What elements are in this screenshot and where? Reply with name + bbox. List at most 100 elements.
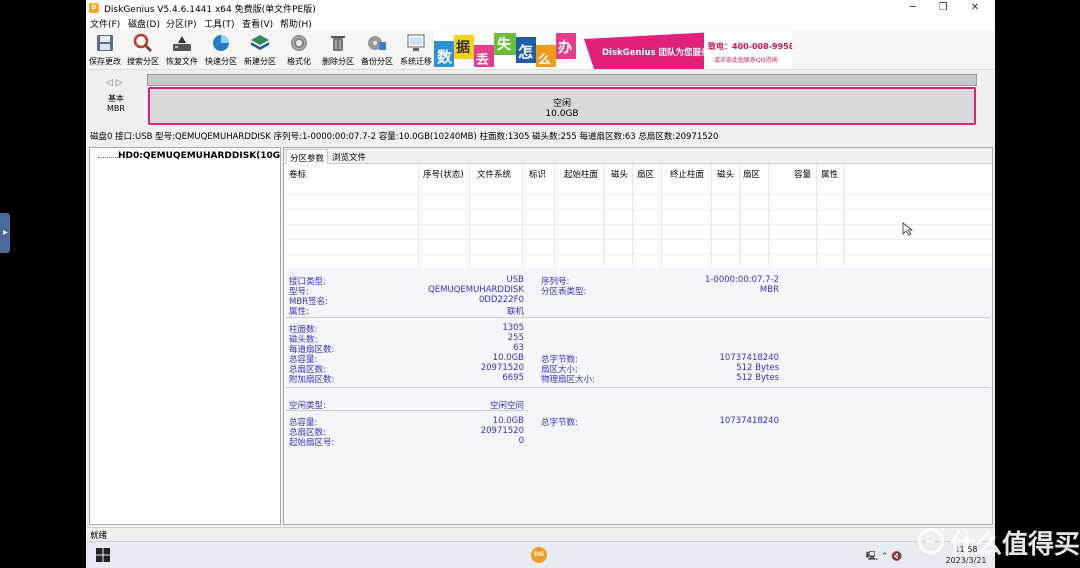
menu-tools[interactable]: 工具(T) — [204, 17, 235, 30]
windows-start-icon[interactable] — [96, 548, 110, 562]
banner-slogan: DiskGenius 团队为您服务 — [602, 48, 710, 58]
disk-properties: 接口类型: USB 序列号: 1-0000:00:07.7-2 型号: QEMU… — [284, 268, 992, 524]
tool-label: 格式化 — [287, 57, 311, 66]
col-attr[interactable]: 属性 — [821, 168, 838, 180]
tool-label: 删除分区 — [322, 57, 354, 66]
close-button[interactable]: ✕ — [960, 0, 990, 16]
taskbar: DG 🖳 ⌃ 🔇 11:58 2023/3/21 — [86, 541, 995, 568]
col-divider — [661, 164, 662, 267]
search-partition-button[interactable]: 搜索分区 — [124, 33, 162, 69]
menu-help[interactable]: 帮助(H) — [280, 17, 312, 30]
col-start-head[interactable]: 磁头 — [611, 168, 628, 180]
prop-value: 6695 — [502, 373, 524, 383]
banner-qq: 或点击此处联系QQ咨询 — [714, 57, 778, 64]
row-divider — [284, 224, 992, 225]
prop-value: 255 — [507, 333, 524, 343]
col-filesystem[interactable]: 文件系统 — [477, 168, 511, 180]
col-capacity[interactable]: 容量 — [794, 168, 811, 180]
free-space-partition[interactable]: 空闲 10.0GB — [148, 87, 976, 125]
prop-value: 10.0GB — [492, 353, 524, 363]
quick-partition-button[interactable]: 快速分区 — [202, 33, 240, 69]
prop-value: MBR — [759, 285, 779, 295]
col-start-cyl[interactable]: 起始柱面 — [564, 168, 598, 180]
partition-size: 10.0GB — [545, 109, 579, 119]
next-disk-button[interactable]: ▷ — [116, 78, 123, 88]
disk-type-line2: MBR — [107, 104, 125, 113]
prop-value: 10737418240 — [719, 416, 780, 426]
col-end-head[interactable]: 磁头 — [717, 168, 734, 180]
menu-partition[interactable]: 分区(P) — [166, 17, 196, 30]
system-migration-button[interactable]: 系统迁移 — [397, 33, 435, 69]
new-partition-icon — [251, 35, 269, 50]
col-divider — [816, 164, 817, 267]
prop-value: 63 — [513, 343, 524, 353]
col-label[interactable]: 卷标 — [289, 168, 306, 180]
delete-partition-button[interactable]: 删除分区 — [319, 33, 357, 69]
banner-char-1: 数 — [437, 48, 453, 66]
minimize-button[interactable]: ─ — [898, 0, 928, 16]
col-divider — [554, 164, 555, 267]
col-divider — [469, 164, 470, 267]
tool-label: 恢复文件 — [166, 57, 198, 66]
disk-map: ◁ ▷ 基本 MBR 空闲 10.0GB — [86, 70, 995, 128]
chevron-up-icon[interactable]: ⌃ — [881, 552, 889, 562]
recover-files-button[interactable]: 恢复文件 — [163, 33, 201, 69]
details-pane: 分区参数 浏览文件 卷标 序号(状态) 文件系统 标识 起始柱面 磁头 扇区 终… — [283, 147, 993, 525]
menu-view[interactable]: 查看(V) — [242, 17, 273, 30]
row-divider — [284, 194, 992, 195]
backup-partition-button[interactable]: 备份分区 — [358, 33, 396, 69]
menu-file[interactable]: 文件(F) — [90, 17, 120, 30]
prop-value: 1305 — [502, 323, 524, 333]
col-divider — [844, 164, 845, 267]
format-icon — [291, 35, 307, 51]
menu-disk[interactable]: 磁盘(D) — [128, 17, 160, 30]
migrate-icon — [407, 34, 425, 51]
new-partition-button[interactable]: 新建分区 — [241, 33, 279, 69]
network-icon[interactable]: 🖳 — [866, 552, 878, 562]
maximize-button[interactable]: ❐ — [928, 0, 958, 16]
prop-label: 总字节数: — [541, 418, 578, 428]
disk-bar-header — [147, 74, 977, 86]
prev-disk-button[interactable]: ◁ — [106, 78, 113, 88]
tool-label: 备份分区 — [361, 57, 393, 66]
side-panel-handle[interactable]: ▶ — [0, 213, 10, 253]
prop-value: 0 — [518, 436, 524, 446]
col-divider — [418, 164, 419, 267]
save-changes-button[interactable]: 保存更改 — [86, 33, 124, 69]
status-bar: 就绪 — [86, 527, 995, 541]
disk-tree: HD0:QEMUQEMUHARDDISK(10GB) — [89, 147, 281, 525]
backup-icon — [368, 36, 386, 50]
disk-type: 基本 MBR — [98, 94, 134, 114]
banner-char-4: 失 — [497, 37, 511, 53]
save-icon — [97, 35, 113, 51]
prop-value: 0DD222F0 — [478, 295, 524, 305]
banner-char-2: 据 — [456, 40, 470, 56]
search-icon — [133, 33, 153, 53]
col-id[interactable]: 标识 — [529, 168, 546, 180]
system-tray: 🖳 ⌃ 🔇 — [866, 549, 903, 565]
prop-value: 1-0000:00:07.7-2 — [704, 275, 779, 285]
col-end-sector[interactable]: 扇区 — [743, 168, 760, 180]
tree-node-hd0[interactable]: HD0:QEMUQEMUHARDDISK(10GB) — [118, 151, 280, 161]
promo-banner[interactable]: 数 据 丢 失 怎 么 办 DiskGenius 团队为您服务 致电：400-0… — [434, 31, 792, 69]
col-divider — [711, 164, 712, 267]
tab-partition-params[interactable]: 分区参数 — [286, 149, 329, 164]
tab-strip: 分区参数 浏览文件 — [284, 148, 992, 164]
mouse-cursor-icon — [902, 222, 914, 236]
volume-muted-icon[interactable]: 🔇 — [891, 552, 902, 562]
col-index[interactable]: 序号(状态) — [423, 168, 464, 180]
prop-value: 20971520 — [480, 363, 524, 373]
col-end-cyl[interactable]: 终止柱面 — [670, 168, 704, 180]
diskgenius-taskbar-icon[interactable]: DG — [531, 547, 547, 563]
col-divider — [739, 164, 740, 267]
tab-browse-files[interactable]: 浏览文件 — [332, 151, 366, 163]
menu-bar: 文件(F) 磁盘(D) 分区(P) 工具(T) 查看(V) 帮助(H) — [86, 16, 995, 30]
prop-value: 20971520 — [480, 426, 524, 436]
col-divider — [768, 164, 769, 267]
format-button[interactable]: 格式化 — [280, 33, 318, 69]
delete-icon — [331, 36, 345, 51]
tree-connector — [98, 157, 118, 158]
col-start-sector[interactable]: 扇区 — [637, 168, 654, 180]
prop-separator — [286, 387, 990, 388]
banner-char-6: 么 — [538, 53, 552, 68]
